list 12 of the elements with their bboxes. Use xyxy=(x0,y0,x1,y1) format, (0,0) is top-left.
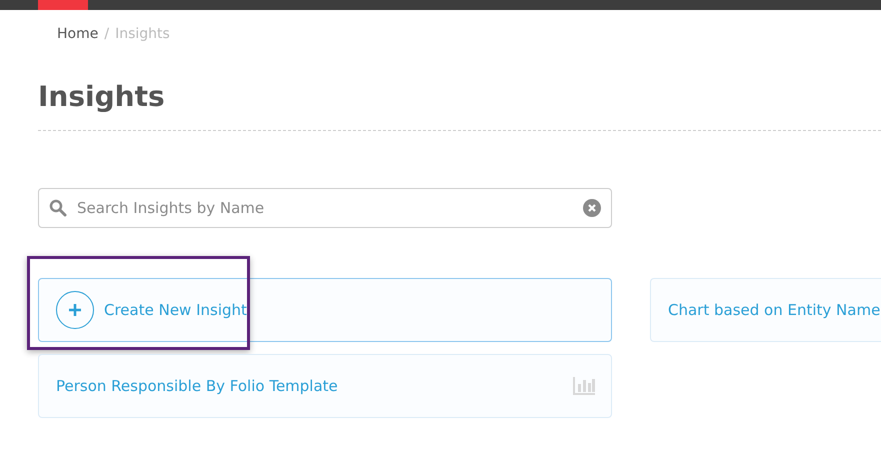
page-title: Insights xyxy=(38,80,166,114)
search-icon xyxy=(49,199,67,217)
plus-icon xyxy=(56,291,94,329)
insight-card[interactable]: Person Responsible By Folio Template xyxy=(38,354,612,418)
breadcrumb-item: Insights xyxy=(115,26,170,42)
clear-icon[interactable] xyxy=(583,199,601,217)
breadcrumb-separator: / xyxy=(104,26,110,42)
search-box[interactable]: Search Insights by Name xyxy=(38,188,612,228)
create-insight-card[interactable]: Create New Insight xyxy=(38,278,612,342)
bar-chart-icon xyxy=(573,377,595,395)
insight-card[interactable]: Chart based on Entity Name xyxy=(650,278,881,342)
breadcrumb-item[interactable]: Home xyxy=(57,26,98,42)
